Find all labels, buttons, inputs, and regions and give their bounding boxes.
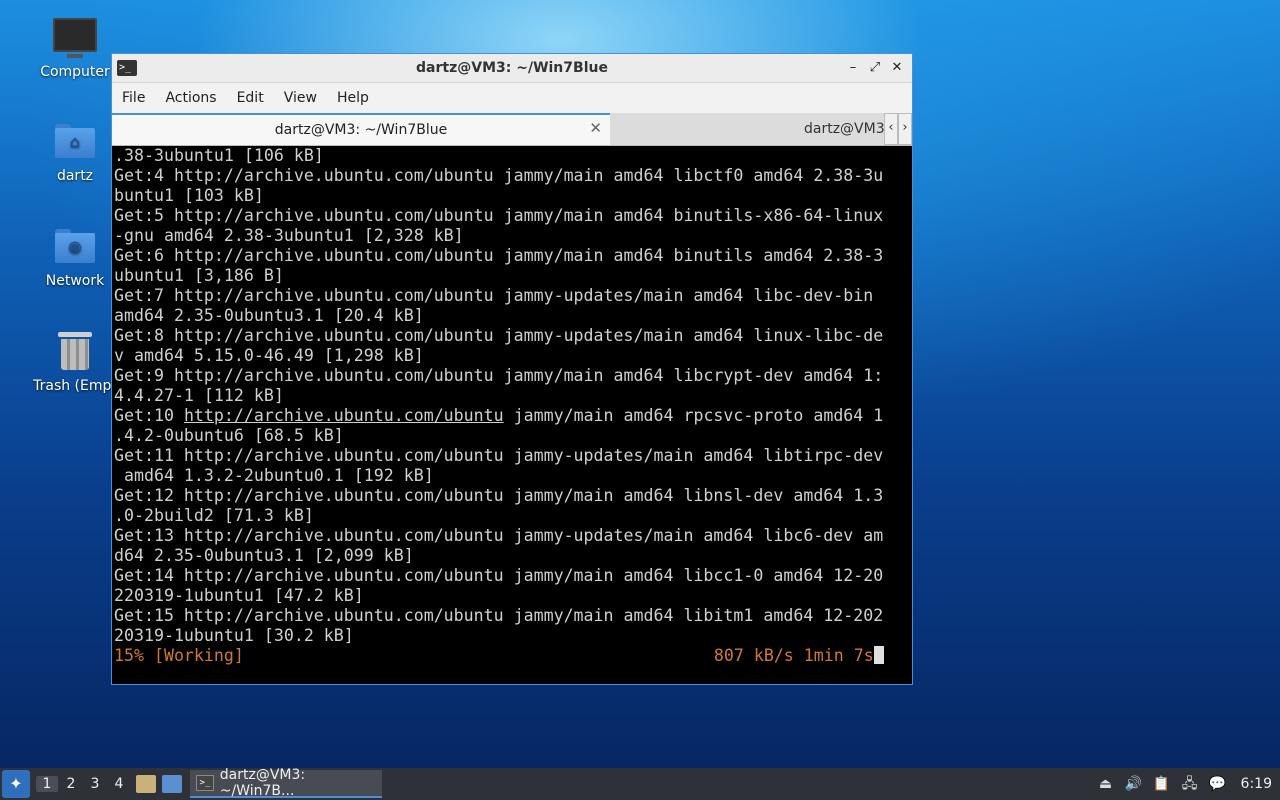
terminal-line: Get:11 http://archive.ubuntu.com/ubuntu …	[114, 446, 884, 465]
terminal-line: Get:13 http://archive.ubuntu.com/ubuntu …	[114, 526, 884, 545]
terminal-line: Get:9 http://archive.ubuntu.com/ubuntu j…	[114, 366, 884, 385]
taskbar-task-label: dartz@VM3: ~/Win7B...	[219, 767, 306, 799]
notification-icon[interactable]: 💬	[1209, 775, 1227, 793]
desktop-icon-network[interactable]: ◉ Network	[25, 229, 125, 289]
desktop-icon-label: Trash (Empt	[33, 378, 117, 394]
system-tray: ⏏ 🔊 📋 🖧 💬 6:19	[1097, 775, 1272, 793]
taskbar-task-terminal[interactable]: >_ dartz@VM3: ~/Win7B...	[190, 767, 382, 799]
network-icon[interactable]: 🖧	[1181, 775, 1199, 793]
terminal-output[interactable]: .38-3ubuntu1 [106 kB] Get:4 http://archi…	[112, 146, 912, 684]
close-button[interactable]: ✕	[888, 59, 906, 77]
terminal-link[interactable]: http://archive.ubuntu.com/ubuntu	[184, 406, 504, 425]
terminal-line: Get:6 http://archive.ubuntu.com/ubuntu j…	[114, 246, 884, 265]
tab-close-icon[interactable]: ✕	[589, 119, 602, 137]
eject-icon[interactable]: ⏏	[1097, 775, 1115, 793]
clipboard-icon[interactable]: 📋	[1153, 775, 1171, 793]
desktop-icon-trash[interactable]: Trash (Empt	[25, 332, 125, 394]
terminal-line: Get:14 http://archive.ubuntu.com/ubuntu …	[114, 566, 884, 585]
terminal-line: Get:10 http://archive.ubuntu.com/ubuntu …	[114, 406, 910, 426]
whisker-menu-icon[interactable]: ✦	[2, 770, 30, 798]
tab-bar: dartz@VM3: ~/Win7Blue ✕ dartz@VM3 ‹ ›	[112, 113, 912, 146]
terminal-line: 4.4.27-1 [112 kB]	[114, 386, 284, 405]
progress-percent: 15% [Working]	[114, 646, 244, 665]
desktop-icon-label: Network	[45, 273, 105, 289]
maximize-button[interactable]: ⤢	[866, 59, 884, 77]
tab-label: dartz@VM3: ~/Win7Blue	[274, 122, 448, 138]
tab-scroll-left-icon[interactable]: ‹	[884, 113, 898, 145]
terminal-line: amd64 2.35-0ubuntu3.1 [20.4 kB]	[114, 306, 424, 325]
home-folder-icon: ⌂	[55, 124, 95, 158]
terminal-line: buntu1 [103 kB]	[114, 186, 264, 205]
tab-active[interactable]: dartz@VM3: ~/Win7Blue ✕	[112, 113, 610, 145]
menu-help[interactable]: Help	[327, 90, 379, 106]
minimize-button[interactable]: –	[844, 59, 862, 77]
tab-scroll-controls: ‹ ›	[884, 113, 912, 145]
terminal-line: v amd64 5.15.0-46.49 [1,298 kB]	[114, 346, 424, 365]
workspace-1[interactable]: 1	[36, 776, 58, 792]
terminal-text: jammy/main amd64 rpcsvc-proto amd64 1	[503, 406, 884, 425]
window-title: dartz@VM3: ~/Win7Blue	[416, 60, 608, 76]
terminal-line: .0-2build2 [71.3 kB]	[114, 506, 314, 525]
menu-file[interactable]: File	[112, 90, 155, 106]
volume-icon[interactable]: 🔊	[1125, 775, 1143, 793]
apt-progress-status: 15% [Working] 807 kB/s 1min 7s	[114, 646, 910, 666]
terminal-app-icon[interactable]: >_	[117, 60, 137, 76]
window-titlebar[interactable]: >_ dartz@VM3: ~/Win7Blue – ⤢ ✕	[112, 54, 912, 83]
desktop-icon-computer[interactable]: Computer	[25, 18, 125, 80]
terminal-line: 220319-1ubuntu1 [47.2 kB]	[114, 586, 364, 605]
tab-scroll-right-icon[interactable]: ›	[898, 113, 912, 145]
terminal-line: Get:7 http://archive.ubuntu.com/ubuntu j…	[114, 286, 874, 305]
menu-view[interactable]: View	[274, 90, 327, 106]
menu-edit[interactable]: Edit	[227, 90, 274, 106]
computer-icon	[53, 18, 97, 58]
terminal-line: Get:5 http://archive.ubuntu.com/ubuntu j…	[114, 206, 884, 225]
workspace-2[interactable]: 2	[60, 776, 82, 792]
desktop-icon-home[interactable]: ⌂ dartz	[25, 124, 125, 184]
terminal-line: ubuntu1 [3,186 B]	[114, 266, 284, 285]
menu-actions[interactable]: Actions	[155, 90, 226, 106]
terminal-line: Get:12 http://archive.ubuntu.com/ubuntu …	[114, 486, 884, 505]
download-rate: 807 kB/s 1min 7s	[713, 646, 874, 665]
terminal-line: .4.2-0ubuntu6 [68.5 kB]	[114, 426, 344, 445]
terminal-task-icon: >_	[196, 775, 214, 791]
tab-label: dartz@VM3	[804, 121, 885, 137]
network-folder-icon: ◉	[55, 229, 95, 263]
workspace-3[interactable]: 3	[84, 776, 106, 792]
terminal-line: d64 2.35-0ubuntu3.1 [2,099 kB]	[114, 546, 414, 565]
menu-bar: File Actions Edit View Help	[112, 83, 912, 113]
workspace-4[interactable]: 4	[108, 776, 130, 792]
terminal-text: Get:10	[114, 406, 184, 425]
terminal-line: .38-3ubuntu1 [106 kB]	[114, 146, 324, 165]
desktop-icon-label: dartz	[56, 168, 94, 184]
terminal-line: Get:8 http://archive.ubuntu.com/ubuntu j…	[114, 326, 884, 345]
terminal-line: 20319-1ubuntu1 [30.2 kB]	[114, 626, 354, 645]
terminal-line: -gnu amd64 2.38-3ubuntu1 [2,328 kB]	[114, 226, 464, 245]
clock[interactable]: 6:19	[1241, 776, 1272, 792]
file-manager-launcher-icon[interactable]	[136, 775, 156, 793]
trash-icon	[58, 332, 92, 370]
taskbar: ✦ 1 2 3 4 >_ dartz@VM3: ~/Win7B... ⏏ 🔊 📋…	[0, 767, 1280, 800]
desktop-icon-label: Computer	[40, 64, 110, 80]
show-desktop-icon[interactable]	[162, 775, 182, 793]
terminal-cursor	[873, 646, 884, 664]
terminal-line: Get:4 http://archive.ubuntu.com/ubuntu j…	[114, 166, 884, 185]
terminal-window[interactable]: >_ dartz@VM3: ~/Win7Blue – ⤢ ✕ File Acti…	[111, 53, 913, 685]
terminal-line: Get:15 http://archive.ubuntu.com/ubuntu …	[114, 606, 884, 625]
terminal-line: amd64 1.3.2-2ubuntu0.1 [192 kB]	[114, 466, 434, 485]
tab-inactive[interactable]: dartz@VM3	[610, 113, 912, 145]
